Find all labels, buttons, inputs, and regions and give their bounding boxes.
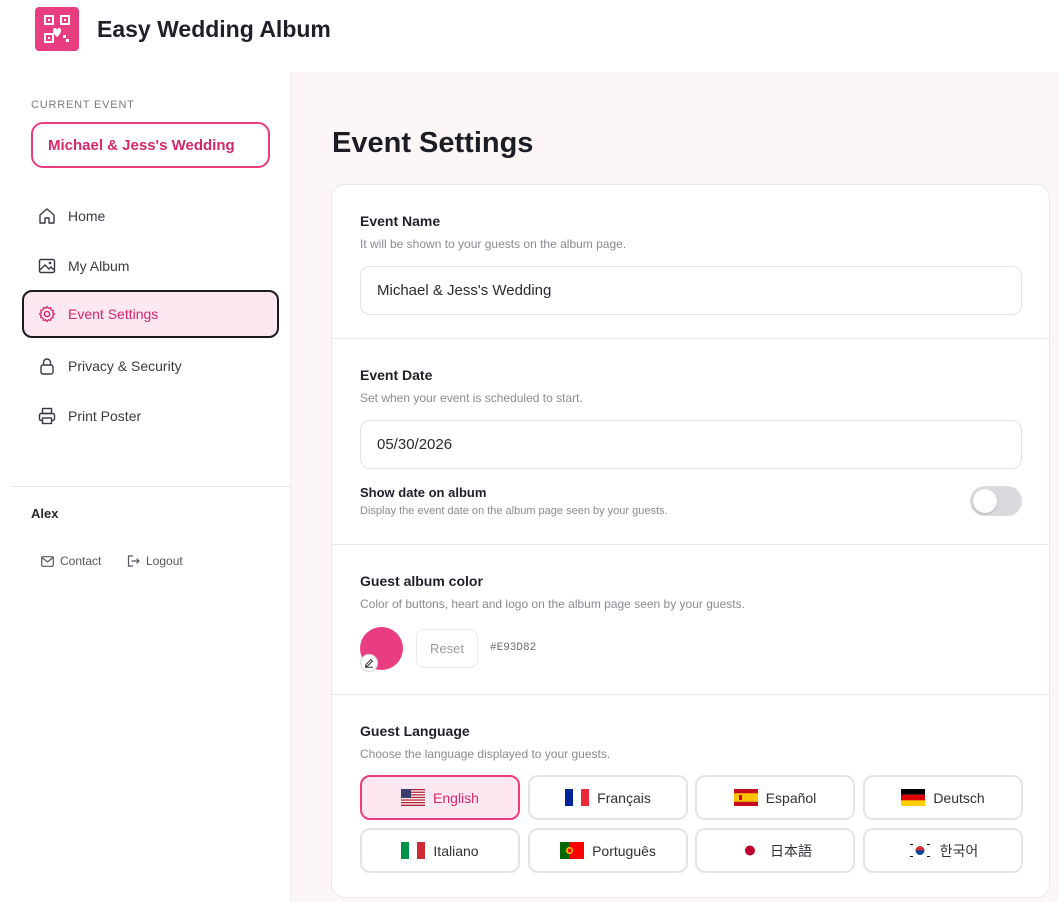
printer-icon — [38, 407, 56, 425]
sidebar-item-home[interactable]: Home — [22, 192, 279, 240]
mail-icon — [41, 555, 54, 567]
logout-icon — [127, 555, 140, 567]
show-date-label: Show date on album — [360, 485, 487, 500]
reset-color-button[interactable]: Reset — [416, 629, 478, 668]
section-title: Guest album color — [360, 573, 483, 589]
section-description: Choose the language displayed to your gu… — [360, 747, 611, 761]
section-title: Guest Language — [360, 723, 470, 739]
event-name-input[interactable]: Michael & Jess's Wedding — [360, 266, 1022, 315]
app-header: Easy Wedding Album — [0, 0, 1059, 72]
section-description: Set when your event is scheduled to star… — [360, 391, 583, 405]
section-description: It will be shown to your guests on the a… — [360, 237, 627, 251]
sidebar-item-label: Event Settings — [68, 306, 159, 322]
fr-flag-icon — [565, 789, 590, 806]
lock-icon — [40, 358, 54, 375]
section-title: Event Date — [360, 367, 433, 383]
toggle-knob — [973, 489, 997, 513]
color-hex-value: #E93D82 — [490, 642, 537, 654]
jp-flag-icon — [738, 842, 762, 859]
section-title: Event Name — [360, 213, 441, 229]
sidebar-item-label: Privacy & Security — [68, 358, 182, 374]
language-label: Deutsch — [933, 789, 985, 806]
sidebar: CURRENT EVENT Michael & Jess's Wedding H… — [0, 72, 291, 902]
language-label: Español — [765, 789, 817, 806]
language-option-japanese[interactable]: 日本語 — [695, 828, 855, 873]
current-event-label: CURRENT EVENT — [31, 99, 135, 111]
app-title: Easy Wedding Album — [97, 16, 331, 42]
language-section: Guest Language Choose the language displ… — [332, 695, 1049, 897]
kr-flag-icon — [907, 842, 932, 859]
album-color-section: Guest album color Color of buttons, hear… — [332, 545, 1049, 695]
settings-card: Event Name It will be shown to your gues… — [331, 184, 1050, 898]
sidebar-item-label: My Album — [68, 258, 130, 274]
sidebar-item-event-settings[interactable]: Event Settings — [22, 290, 279, 338]
main-content: Event Settings Event Name It will be sho… — [291, 72, 1059, 902]
it-flag-icon — [401, 842, 426, 859]
home-icon — [39, 208, 55, 224]
contact-label: Contact — [60, 554, 102, 568]
event-date-section: Event Date Set when your event is schedu… — [332, 339, 1049, 545]
page-title: Event Settings — [332, 127, 534, 159]
language-option-korean[interactable]: 한국어 — [863, 828, 1023, 873]
gear-icon — [38, 305, 56, 323]
pt-flag-icon — [560, 842, 585, 859]
de-flag-icon — [901, 789, 926, 806]
sidebar-item-print-poster[interactable]: Print Poster — [22, 392, 279, 440]
language-label: 한국어 — [939, 842, 979, 859]
event-name-section: Event Name It will be shown to your gues… — [332, 185, 1049, 339]
es-flag-icon — [733, 789, 758, 806]
language-option-german[interactable]: Deutsch — [863, 775, 1023, 820]
image-icon — [38, 258, 56, 274]
language-option-french[interactable]: Français — [528, 775, 688, 820]
sidebar-divider — [12, 486, 291, 487]
logout-link[interactable]: Logout — [127, 554, 183, 568]
user-name: Alex — [31, 506, 59, 521]
sidebar-item-privacy-security[interactable]: Privacy & Security — [22, 342, 279, 390]
sidebar-item-my-album[interactable]: My Album — [22, 242, 279, 290]
show-date-toggle[interactable] — [970, 486, 1022, 516]
language-option-english[interactable]: English — [360, 775, 520, 820]
event-date-input[interactable]: 05/30/2026 — [360, 420, 1022, 469]
language-label: English — [433, 789, 479, 806]
contact-link[interactable]: Contact — [41, 554, 101, 568]
sidebar-item-label: Home — [68, 208, 106, 224]
language-label: Italiano — [433, 842, 479, 859]
language-label: 日本語 — [770, 842, 812, 859]
logout-label: Logout — [146, 554, 183, 568]
language-label: Português — [592, 842, 656, 859]
section-description: Color of buttons, heart and logo on the … — [360, 597, 745, 611]
sidebar-item-label: Print Poster — [68, 408, 142, 424]
current-event-selector[interactable]: Michael & Jess's Wedding — [31, 122, 270, 168]
language-option-italian[interactable]: Italiano — [360, 828, 520, 873]
app-logo[interactable] — [35, 7, 79, 51]
show-date-description: Display the event date on the album page… — [360, 505, 668, 517]
qr-heart-icon — [44, 15, 70, 43]
language-option-portuguese[interactable]: Português — [528, 828, 688, 873]
language-label: Français — [597, 789, 651, 806]
language-option-spanish[interactable]: Español — [695, 775, 855, 820]
edit-pencil-icon[interactable] — [360, 654, 378, 672]
us-flag-icon — [401, 789, 426, 806]
